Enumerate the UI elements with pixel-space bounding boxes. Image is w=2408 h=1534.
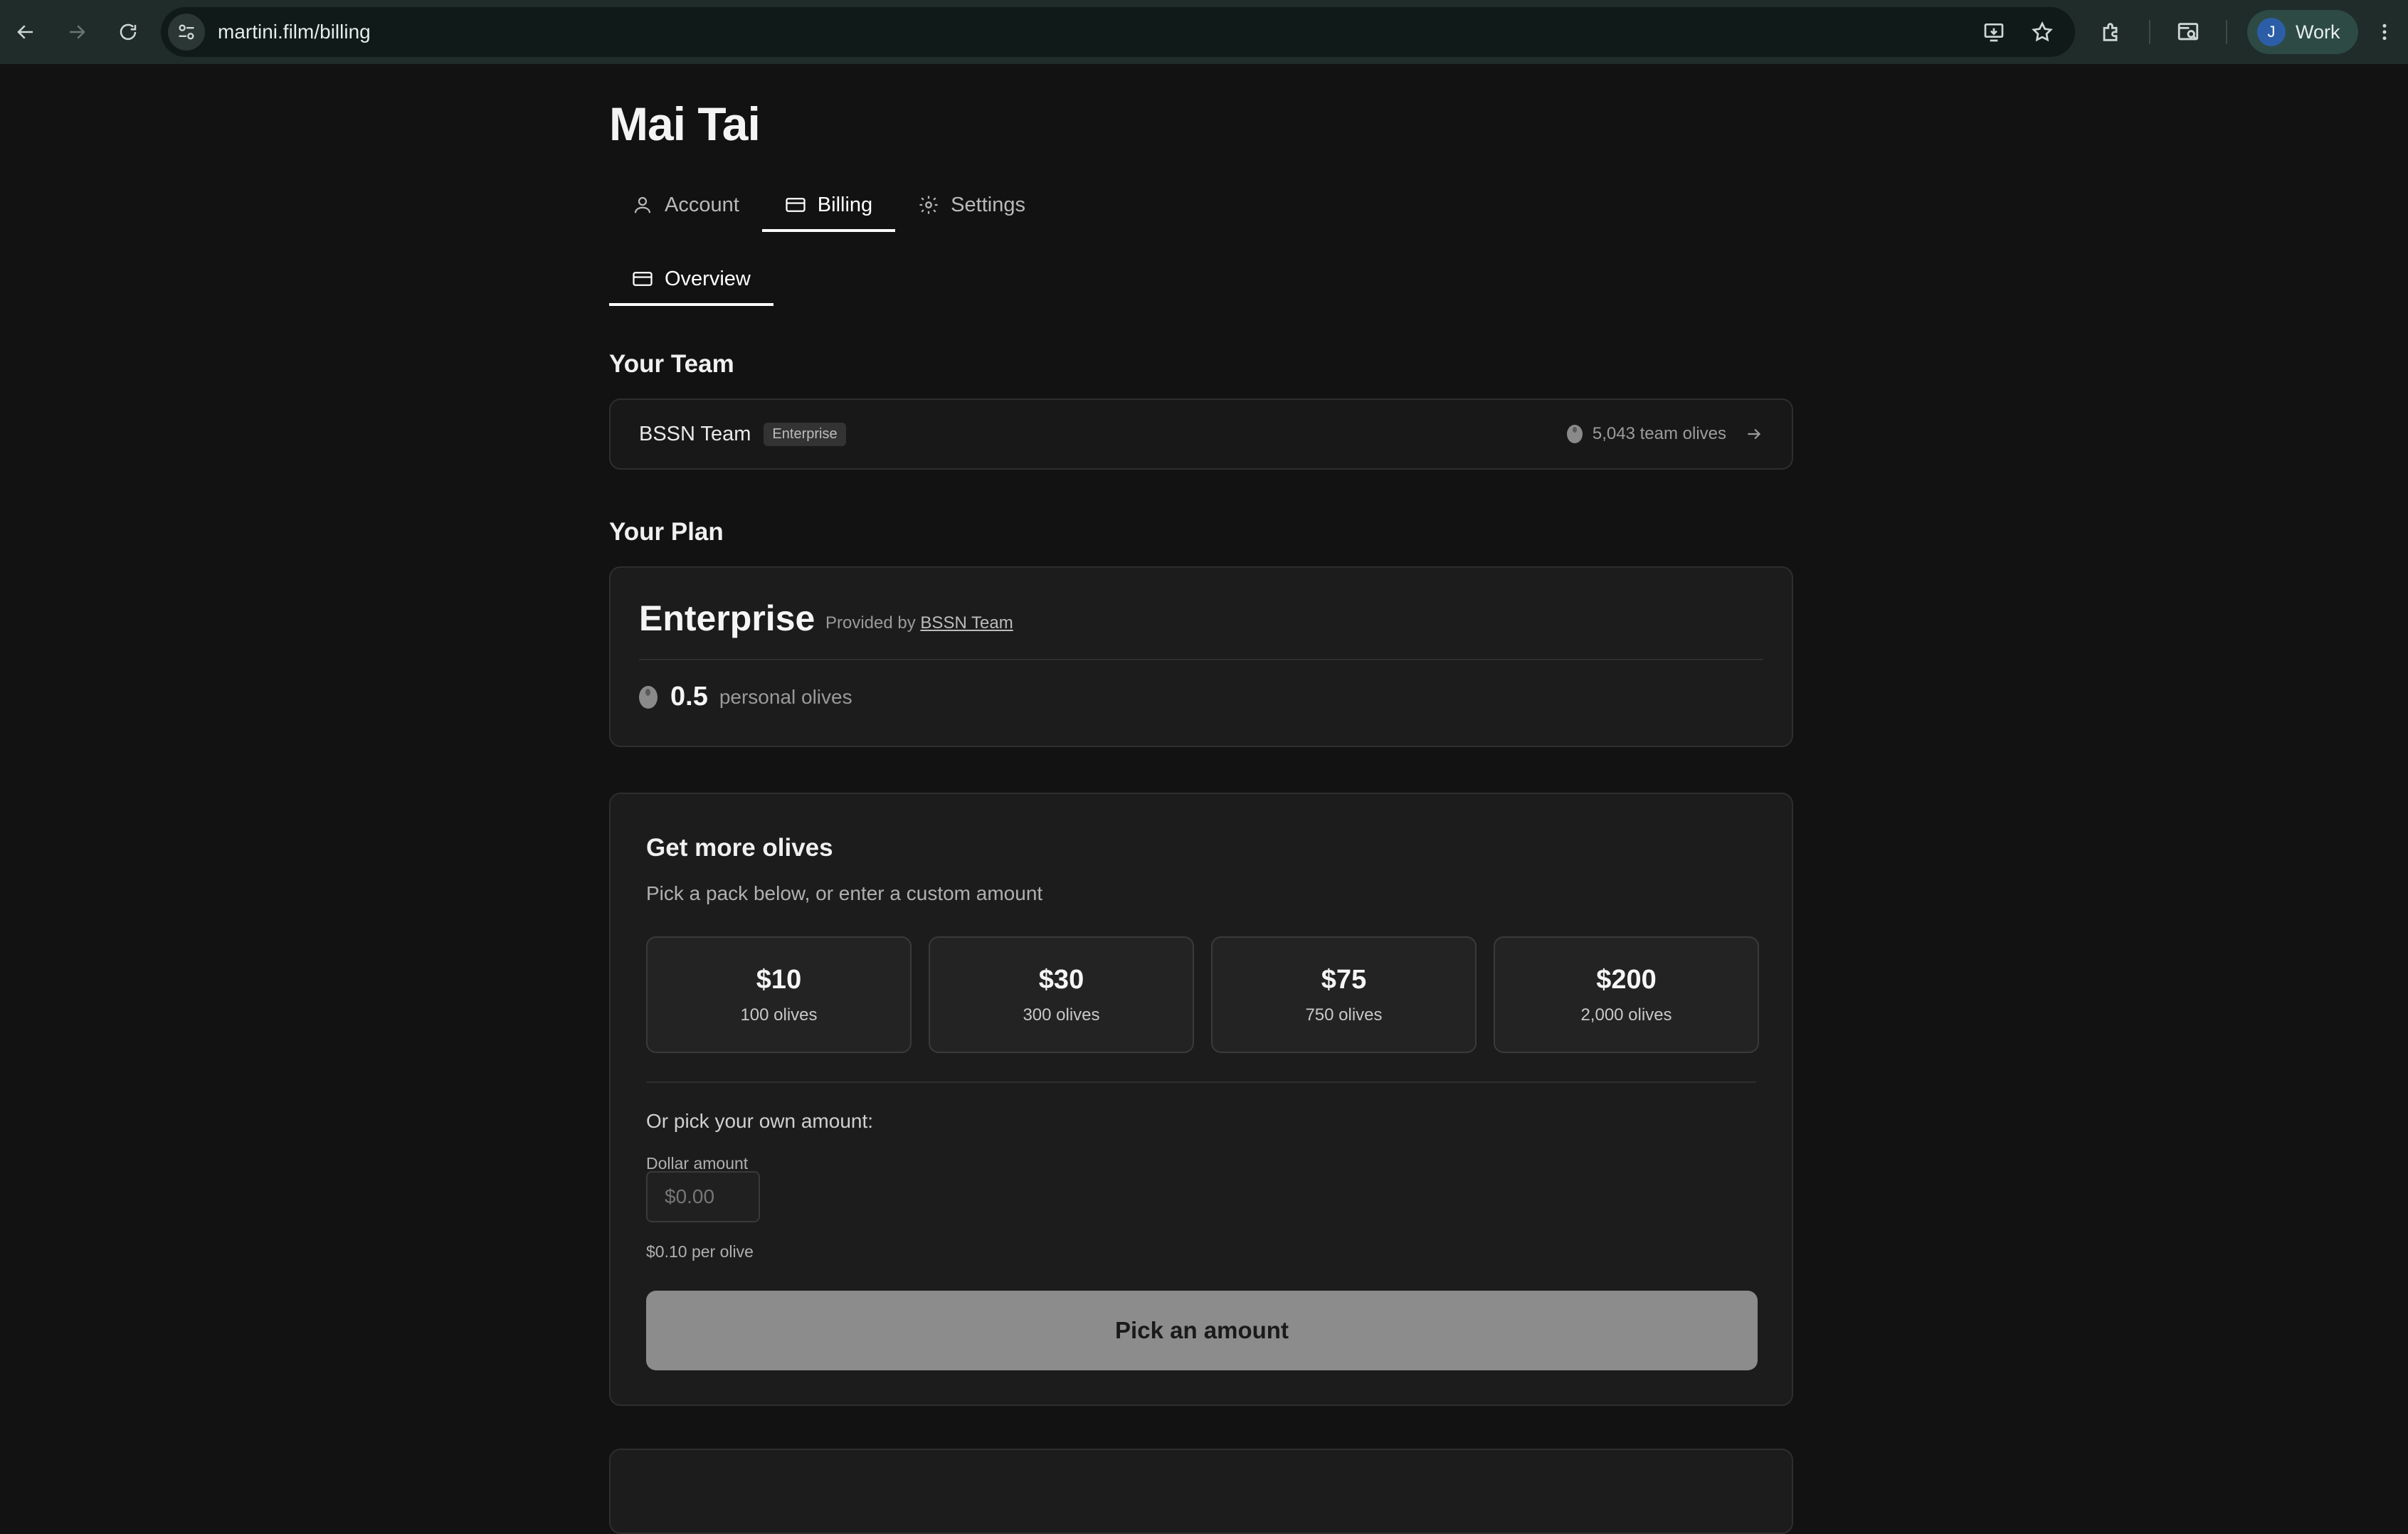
dollar-amount-label: Dollar amount: [646, 1154, 749, 1173]
plan-section-title: Your Plan: [609, 518, 724, 546]
pack-olives: 750 olives: [1305, 1005, 1383, 1025]
tab-search-button[interactable]: [2176, 0, 2200, 64]
tab-label: Account: [665, 193, 739, 216]
bookmark-star-icon[interactable]: [2031, 21, 2054, 43]
profile-avatar: J: [2257, 18, 2286, 46]
main-tabs: Account Billing Settings: [609, 178, 1048, 232]
tune-icon: [179, 24, 194, 40]
plan-card: Enterprise Provided by BSSN Team 0.5 per…: [609, 566, 1793, 747]
gear-icon: [919, 196, 938, 214]
puzzle-icon: [2103, 23, 2118, 41]
buy-title: Get more olives: [646, 834, 833, 862]
balance-value: 0.5: [670, 682, 708, 712]
dollar-amount-input[interactable]: [646, 1171, 760, 1222]
pack-olives: 100 olives: [740, 1005, 818, 1025]
extensions-button[interactable]: [2099, 0, 2123, 64]
arrow-right-icon: [1748, 428, 1761, 440]
team-section-title: Your Team: [609, 350, 734, 378]
reload-button[interactable]: [102, 0, 154, 64]
balance-unit: personal olives: [719, 685, 852, 708]
pack-olives: 300 olives: [1023, 1005, 1100, 1025]
pack-price: $75: [1321, 964, 1367, 995]
page-title: Mai Tai: [609, 97, 761, 150]
profile-button[interactable]: J Work: [2247, 10, 2358, 54]
buy-olives-card: Get more olives Pick a pack below, or en…: [609, 793, 1793, 1406]
pack-price: $10: [756, 964, 802, 995]
team-olives: 5,043 team olives: [1566, 424, 1763, 444]
browser-menu-button[interactable]: [2374, 0, 2395, 64]
url-text[interactable]: martini.film/billing: [218, 21, 371, 43]
forward-button[interactable]: [51, 0, 102, 64]
browser-toolbar: martini.film/billing J Work: [0, 0, 2408, 64]
tab-label: Settings: [951, 193, 1025, 216]
plan-provider: Provided by BSSN Team: [825, 613, 1013, 633]
team-olives-count: 5,043 team olives: [1592, 424, 1726, 443]
provider-team-link[interactable]: BSSN Team: [920, 613, 1013, 633]
tab-search-icon: [2177, 23, 2199, 41]
pack-price: $30: [1038, 964, 1084, 995]
tab-settings[interactable]: Settings: [895, 178, 1048, 232]
price-per-olive: $0.10 per olive: [646, 1242, 754, 1261]
toolbar-separator: [2149, 20, 2150, 44]
tab-billing[interactable]: Billing: [761, 178, 896, 232]
tab-label: Billing: [817, 193, 873, 216]
tab-account[interactable]: Account: [609, 178, 762, 232]
arrow-right-icon: [70, 25, 85, 39]
subtab-label: Overview: [665, 267, 751, 290]
olive-icon: [639, 685, 658, 709]
more-vertical-icon: [2382, 23, 2387, 41]
pack-olives: 2,000 olives: [1580, 1005, 1672, 1025]
reload-icon: [120, 23, 137, 41]
personal-olives-balance: 0.5 personal olives: [639, 682, 852, 712]
team-name: BSSN Team: [639, 422, 751, 445]
pack-options: $10 100 olives $30 300 olives $75 750 ol…: [646, 936, 1759, 1053]
credit-card-icon: [633, 272, 653, 286]
divider: [646, 1081, 1756, 1083]
profile-label: Work: [2296, 21, 2340, 43]
pack-option[interactable]: $200 2,000 olives: [1494, 936, 1759, 1053]
address-bar[interactable]: martini.film/billing: [161, 7, 2075, 57]
install-app-icon[interactable]: [1982, 21, 2005, 43]
sub-tabs: Overview: [609, 252, 773, 306]
buy-subtitle: Pick a pack below, or enter a custom amo…: [646, 882, 1043, 904]
arrow-left-icon: [17, 25, 33, 39]
team-card[interactable]: BSSN Team Enterprise 5,043 team olives: [609, 398, 1793, 470]
back-button[interactable]: [0, 0, 51, 64]
pack-option[interactable]: $75 750 olives: [1211, 936, 1477, 1053]
custom-amount-heading: Or pick your own amount:: [646, 1110, 874, 1132]
credit-card-icon: [786, 198, 806, 212]
user-icon: [634, 196, 651, 213]
provided-by-prefix: Provided by: [825, 613, 916, 633]
divider: [639, 659, 1763, 660]
pack-price: $200: [1596, 964, 1657, 995]
pack-option[interactable]: $30 300 olives: [929, 936, 1194, 1053]
toolbar-separator: [2226, 20, 2227, 44]
subtab-overview[interactable]: Overview: [609, 252, 773, 306]
plan-badge: Enterprise: [764, 422, 846, 446]
site-settings-button[interactable]: [168, 14, 205, 51]
next-section-card: [609, 1449, 1793, 1534]
pack-option[interactable]: $10 100 olives: [646, 936, 912, 1053]
olive-icon: [1566, 425, 1583, 443]
plan-name: Enterprise: [639, 598, 815, 638]
pick-amount-button[interactable]: Pick an amount: [646, 1291, 1758, 1370]
